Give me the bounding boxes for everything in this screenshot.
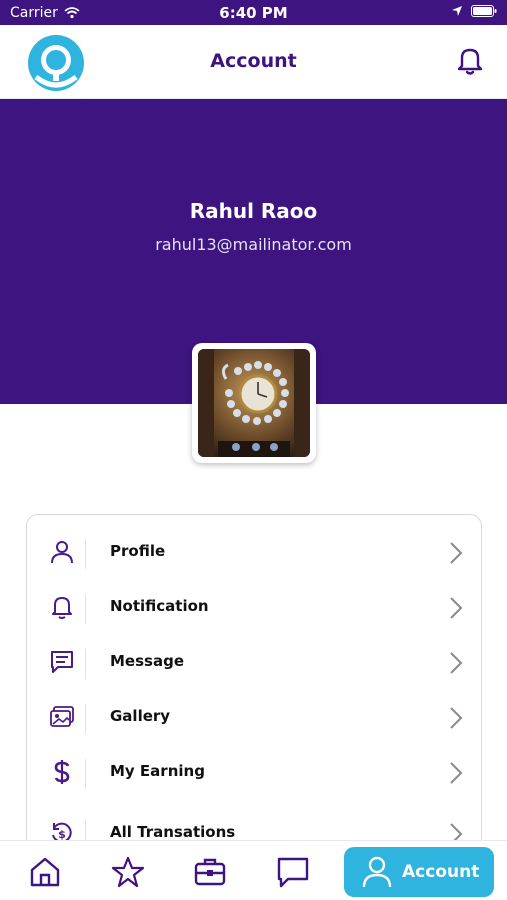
bell-icon bbox=[457, 48, 483, 75]
user-icon bbox=[362, 856, 392, 888]
location-arrow-icon bbox=[452, 6, 462, 16]
nav-account-button[interactable]: Account bbox=[344, 847, 494, 897]
menu-divider bbox=[85, 759, 86, 789]
bottom-nav: Account bbox=[0, 840, 507, 900]
menu-divider bbox=[85, 539, 86, 569]
nav-favorites-button[interactable] bbox=[111, 855, 145, 889]
user-email: rahul13@mailinator.com bbox=[155, 235, 352, 254]
chevron-right-icon bbox=[450, 762, 463, 784]
chevron-right-icon bbox=[450, 597, 463, 619]
nav-home-button[interactable] bbox=[28, 855, 62, 889]
menu-label: Message bbox=[110, 652, 184, 670]
notification-button[interactable] bbox=[453, 43, 487, 77]
chat-icon bbox=[277, 857, 309, 888]
menu-label: Notification bbox=[110, 597, 209, 615]
chevron-right-icon bbox=[450, 542, 463, 564]
avatar-photo bbox=[198, 349, 310, 457]
menu-label: My Earning bbox=[110, 762, 205, 780]
nav-jobs-button[interactable] bbox=[193, 855, 227, 889]
app-header: Account bbox=[0, 25, 507, 99]
menu-label: Profile bbox=[110, 542, 166, 560]
menu-divider bbox=[85, 594, 86, 624]
menu-divider bbox=[85, 704, 86, 734]
menu-label: Gallery bbox=[110, 707, 171, 725]
menu-item-gallery[interactable]: Gallery bbox=[27, 692, 481, 747]
dollar-icon bbox=[54, 760, 70, 784]
battery-icon bbox=[471, 5, 497, 17]
user-name: Rahul Raoo bbox=[189, 199, 318, 223]
nav-account-label: Account bbox=[402, 862, 480, 882]
menu-divider bbox=[85, 649, 86, 679]
account-menu: Profile Notification Message Gallery My … bbox=[26, 514, 482, 854]
menu-item-notification[interactable]: Notification bbox=[27, 582, 481, 637]
page-title: Account bbox=[210, 50, 297, 72]
star-icon bbox=[111, 856, 145, 888]
chevron-right-icon bbox=[450, 652, 463, 674]
chevron-right-icon bbox=[450, 707, 463, 729]
menu-label: All Transations bbox=[110, 823, 236, 841]
message-icon bbox=[51, 651, 73, 673]
bell-icon bbox=[52, 597, 72, 619]
nav-chat-button[interactable] bbox=[276, 855, 310, 889]
gallery-icon bbox=[50, 706, 74, 727]
briefcase-icon bbox=[194, 858, 226, 886]
menu-item-message[interactable]: Message bbox=[27, 637, 481, 692]
menu-item-my-earning[interactable]: My Earning bbox=[27, 747, 481, 802]
status-bar: Carrier 6:40 PM bbox=[0, 0, 507, 25]
menu-item-profile[interactable]: Profile bbox=[27, 527, 481, 582]
profile-avatar[interactable] bbox=[192, 343, 316, 463]
user-icon bbox=[51, 541, 73, 564]
status-indicators bbox=[451, 5, 497, 17]
home-icon bbox=[30, 857, 60, 887]
status-time: 6:40 PM bbox=[219, 4, 288, 22]
